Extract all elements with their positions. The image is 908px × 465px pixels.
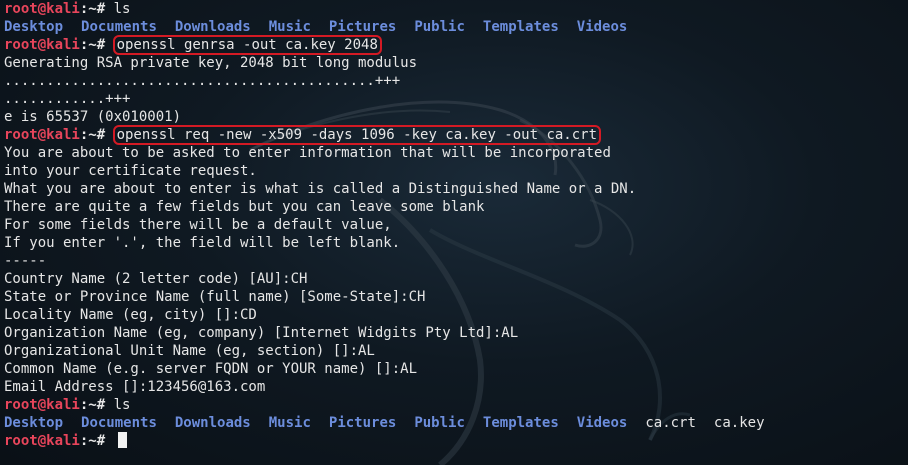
command-text: ls (113, 397, 131, 413)
prompt-user: root@kali (4, 397, 80, 413)
prompt-user: root@kali (4, 127, 80, 143)
directory-entry: Templates (482, 19, 559, 35)
directory-entry: Videos (576, 19, 628, 35)
prompt-separator: :~# (79, 433, 114, 449)
directory-entry: Desktop (4, 19, 64, 35)
output-line: Country Name (2 letter code) [AU]:CH (4, 271, 308, 287)
output-line: Generating RSA private key, 2048 bit lon… (4, 55, 418, 71)
directory-entry: Templates (482, 415, 559, 431)
prompt-separator: :~# (79, 397, 114, 413)
command-text: ls (113, 1, 131, 17)
output-line: Organizational Unit Name (eg, section) [… (4, 343, 375, 359)
output-line: e is 65537 (0x010001) (4, 109, 182, 125)
highlighted-command: openssl req -new -x509 -days 1096 -key c… (112, 125, 602, 145)
prompt-line: root@kali:~# ls (4, 0, 904, 18)
prompt-line: root@kali:~# ls (4, 396, 904, 414)
text-cursor[interactable] (117, 432, 127, 448)
prompt-user: root@kali (4, 37, 80, 53)
output-line: ----- (4, 253, 47, 269)
directory-entry: Documents (81, 19, 157, 35)
file-entry: ca.crt (645, 415, 696, 431)
directory-entry: Videos (576, 415, 628, 431)
output-line: There are quite a few fields but you can… (4, 199, 485, 215)
ls-output-line: Desktop Documents Downloads Music Pictures Pu… (4, 414, 904, 432)
output-line: ............+++ (4, 91, 131, 107)
terminal-output[interactable]: root@kali:~# ls Desktop Documents Download… (4, 0, 904, 450)
output-line: State or Province Name (full name) [Some… (4, 289, 426, 305)
highlighted-command: openssl genrsa -out ca.key 2048 (112, 35, 382, 55)
prompt-line[interactable]: root@kali:~# (4, 432, 904, 450)
output-line: Email Address []:123456@163.com (4, 379, 266, 395)
output-line: Locality Name (eg, city) []:CD (4, 307, 257, 323)
prompt-user: root@kali (4, 433, 80, 449)
directory-entry: Music (268, 415, 311, 431)
directory-entry: Public (414, 415, 465, 431)
ls-output-line: Desktop Documents Downloads Music Pictures Pu… (4, 18, 904, 36)
directory-entry: Downloads (174, 19, 251, 35)
output-line: ........................................… (4, 73, 401, 89)
prompt-line: root@kali:~# openssl req -new -x509 -day… (4, 125, 904, 145)
terminal-window[interactable]: root@kali:~# ls Desktop Documents Download… (0, 0, 908, 465)
output-line: Organization Name (eg, company) [Interne… (4, 325, 519, 341)
directory-entry: Desktop (4, 415, 64, 431)
output-line: into your certificate request. (4, 163, 257, 179)
prompt-separator: :~# (79, 37, 114, 53)
directory-entry: Pictures (328, 415, 397, 431)
output-line: For some fields there will be a default … (4, 217, 392, 233)
directory-entry: Public (414, 19, 465, 35)
directory-entry: Downloads (174, 415, 251, 431)
prompt-line: root@kali:~# openssl genrsa -out ca.key … (4, 35, 904, 55)
output-line: If you enter '.', the field will be left… (4, 235, 401, 251)
output-line: You are about to be asked to enter infor… (4, 145, 611, 161)
directory-entry: Pictures (328, 19, 397, 35)
prompt-separator: :~# (79, 1, 114, 17)
directory-entry: Documents (81, 415, 157, 431)
prompt-separator: :~# (79, 127, 114, 143)
output-line: Common Name (e.g. server FQDN or YOUR na… (4, 361, 418, 377)
directory-entry: Music (268, 19, 311, 35)
prompt-user: root@kali (4, 1, 80, 17)
output-line: What you are about to enter is what is c… (4, 181, 637, 197)
file-entry: ca.key (713, 415, 765, 431)
